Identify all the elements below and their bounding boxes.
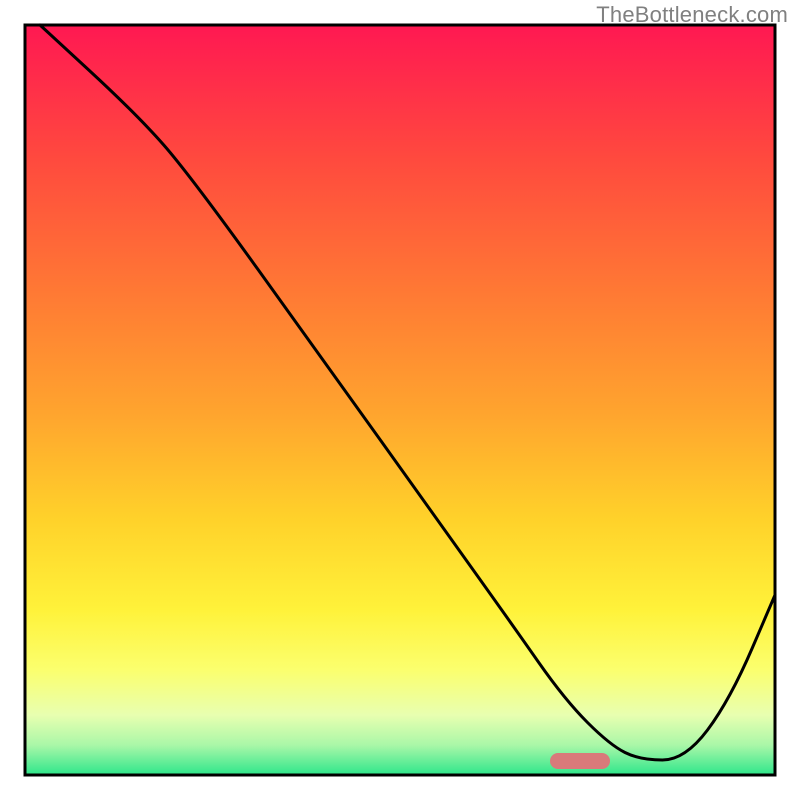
- chart-svg: [0, 0, 800, 800]
- watermark-text: TheBottleneck.com: [596, 2, 788, 28]
- optimum-marker: [550, 753, 610, 769]
- bottleneck-chart: [0, 0, 800, 800]
- chart-background: [25, 25, 775, 775]
